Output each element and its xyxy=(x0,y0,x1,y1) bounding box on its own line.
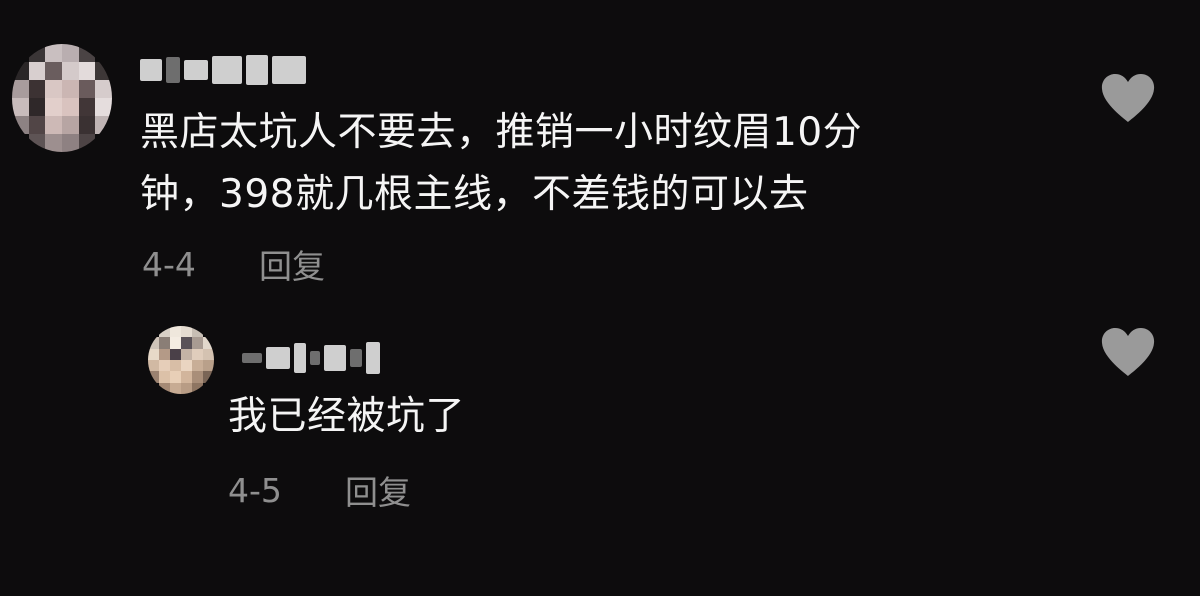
comment-text-line: 我已经被坑了 xyxy=(228,394,466,439)
username-masked[interactable] xyxy=(140,52,306,88)
heart-icon[interactable] xyxy=(1099,72,1157,124)
comment-date: 4-5 xyxy=(228,470,282,510)
comment-date: 4-4 xyxy=(142,244,196,284)
heart-icon[interactable] xyxy=(1099,326,1157,378)
reply-button[interactable]: 回复 xyxy=(345,466,411,514)
comment-text: 黑店太坑人不要去，推销一小时纹眉10分 钟，398就几根主线，不差钱的可以去 xyxy=(140,102,862,226)
avatar[interactable] xyxy=(148,326,214,394)
comment-text-line: 钟，398就几根主线，不差钱的可以去 xyxy=(140,172,809,217)
avatar[interactable] xyxy=(12,44,112,152)
username-masked[interactable] xyxy=(242,340,380,376)
reply-button[interactable]: 回复 xyxy=(259,240,325,288)
comment-text: 我已经被坑了 xyxy=(228,386,465,448)
comment-meta: 4-4 回复 xyxy=(142,240,325,288)
comment-text-line: 黑店太坑人不要去，推销一小时纹眉10分 xyxy=(140,110,863,155)
comment-meta: 4-5 回复 xyxy=(228,466,411,514)
